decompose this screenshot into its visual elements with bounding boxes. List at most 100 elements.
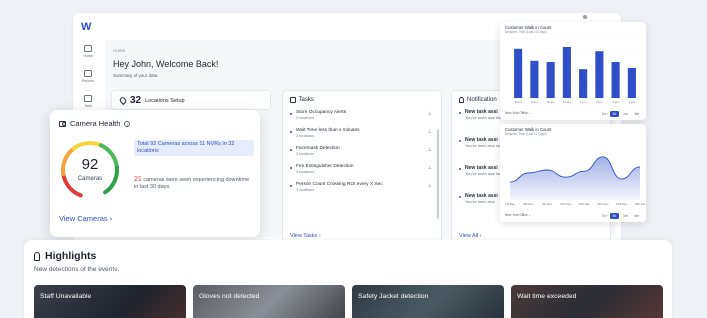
bar-chart-card: Customer Walk in Count Between Time (Las… — [500, 22, 646, 120]
locations-count: 32 — [130, 94, 142, 106]
location-filter[interactable]: New York Office ⌄ — [505, 213, 531, 217]
x-tick-label: 10th Dec — [560, 202, 572, 206]
x-tick-label: 7th Dec — [505, 202, 515, 206]
camera-health-card: Camera Health i 92 Cameras Total 92 Came… — [50, 110, 260, 237]
task-item[interactable]: Store Occupancy Alerts 3 locations ⊥ — [283, 110, 441, 127]
tab-range[interactable]: 5d — [609, 111, 620, 117]
bar — [579, 69, 588, 98]
page-subtitle: Summary of your data — [113, 73, 158, 78]
bar — [611, 62, 620, 98]
highlights-title: Highlights — [45, 250, 97, 262]
mic-icon — [34, 251, 40, 261]
info-icon[interactable]: i — [124, 120, 131, 127]
locations-label: Locations Setup — [145, 97, 185, 104]
range-tabs: 1h 5d 1m 6m — [599, 111, 642, 117]
video-icon — [84, 70, 92, 78]
highlight-thumbnail[interactable]: Safety Jacket detection — [352, 285, 504, 318]
bullet-icon — [290, 167, 292, 169]
tab-range[interactable]: 1h — [599, 213, 609, 219]
camera-count-label: Cameras — [77, 176, 103, 182]
location-pin-icon — [118, 95, 128, 105]
tab-range[interactable]: 6m — [632, 213, 642, 219]
bar — [595, 51, 604, 98]
tasks-title: Tasks — [298, 97, 314, 103]
camera-downtime-note: 21 cameras were seen experiencing downti… — [134, 176, 254, 191]
bar — [530, 60, 539, 98]
x-tick-label: 2 pm — [596, 100, 603, 104]
x-tick-label: 9th Dec — [542, 202, 552, 206]
bullet-icon — [459, 140, 461, 142]
task-title: Fire Extinguisher Detection — [296, 164, 354, 169]
task-subtitle: 3 locations — [296, 152, 315, 156]
breadcrumb[interactable]: Home — [113, 48, 125, 53]
tab-range[interactable]: 1h — [599, 111, 609, 117]
x-tick-label: 11th Dec — [579, 202, 591, 206]
bar — [627, 68, 636, 98]
x-tick-label: 13th Dec — [616, 202, 628, 206]
sidebar: Home Reports Task — [73, 39, 103, 114]
task-icon — [290, 97, 296, 103]
x-tick-label: 8 am — [515, 100, 522, 104]
x-tick-label: 3 pm — [612, 100, 619, 104]
app-logo: W — [81, 21, 91, 33]
task-subtitle: 3 locations — [296, 170, 315, 174]
task-subtitle: 3 locations — [296, 134, 315, 138]
task-item[interactable]: Person Count Crossing ROI every X Sec 3 l… — [283, 182, 441, 199]
tab-range[interactable]: 6m — [632, 111, 642, 117]
avatar[interactable] — [583, 15, 587, 19]
task-title: Person Count Crossing ROI every X Sec — [296, 182, 383, 187]
camera-count: 92 — [81, 156, 99, 173]
task-icon — [84, 95, 92, 103]
camera-gauge: 92 Cameras — [58, 138, 122, 202]
pin-icon[interactable]: ⊥ — [428, 111, 432, 117]
highlight-thumbnail[interactable]: Staff Unavailable — [34, 285, 186, 318]
bullet-icon — [459, 168, 461, 170]
downtime-text: cameras were seen experiencing downtime … — [134, 177, 250, 190]
pin-icon[interactable]: ⊥ — [428, 165, 432, 171]
highlights-panel: Highlights New detections of the events.… — [24, 240, 672, 318]
x-tick-label: 8th Dec — [524, 202, 534, 206]
range-tabs: 1h 5d 1m 6m — [599, 213, 642, 219]
bullet-icon — [459, 112, 461, 114]
sidebar-item-label: Task — [84, 103, 92, 108]
pin-icon[interactable]: ⊥ — [428, 129, 432, 135]
x-tick-label: 11 am — [563, 100, 572, 104]
location-filter[interactable]: New York Office ⌄ — [505, 111, 531, 115]
task-item[interactable]: Wait Time less than x minutes 3 locations… — [283, 128, 441, 145]
highlight-thumbnail[interactable]: Wait time exceeded — [511, 285, 663, 318]
x-tick-label: 9 am — [531, 100, 538, 104]
scrollbar[interactable] — [437, 129, 439, 219]
view-all-link[interactable]: View All › — [459, 233, 482, 239]
pin-icon[interactable]: ⊥ — [428, 183, 432, 189]
sidebar-item-label: Home — [83, 53, 93, 58]
sidebar-item-reports[interactable]: Reports — [73, 64, 103, 89]
highlight-thumbnail[interactable]: Gloves not detected — [193, 285, 345, 318]
task-item[interactable]: Facemask Detection 3 locations ⊥ — [283, 146, 441, 163]
camera-summary: Total 92 Cameras across 11 NVRs in 32 lo… — [134, 140, 254, 156]
notifications-title: Notification — [467, 97, 497, 103]
bar-chart: 8 am 9 am 10 am 11 am 1 pm 2 pm 3 pm 4 pm — [510, 37, 640, 104]
task-title: Wait Time less than x minutes — [296, 128, 360, 133]
tab-range[interactable]: 1m — [620, 111, 630, 117]
highlight-label: Staff Unavailable — [40, 293, 92, 300]
pin-icon[interactable]: ⊥ — [428, 147, 432, 153]
bell-icon — [459, 97, 464, 103]
bar — [514, 48, 523, 98]
tab-range[interactable]: 1m — [620, 213, 630, 219]
task-subtitle: 3 locations — [296, 188, 315, 192]
sidebar-item-label: Reports — [81, 78, 95, 83]
tab-range[interactable]: 5d — [609, 213, 620, 219]
view-tasks-link[interactable]: View Tasks › — [290, 233, 321, 239]
locations-card[interactable]: 32 Locations Setup — [111, 90, 271, 110]
highlights-subtitle: New detections of the events. — [34, 266, 120, 273]
view-cameras-link[interactable]: View Cameras › — [59, 214, 112, 223]
bullet-icon — [290, 149, 292, 151]
sidebar-item-home[interactable]: Home — [73, 39, 103, 64]
home-icon — [84, 45, 92, 53]
task-item[interactable]: Fire Extinguisher Detection 3 locations ⊥ — [283, 164, 441, 181]
task-title: Store Occupancy Alerts — [296, 110, 347, 115]
camera-health-title: Camera Health — [70, 119, 121, 128]
tasks-card: Tasks Store Occupancy Alerts 3 locations ⊥… — [282, 90, 442, 243]
highlight-label: Safety Jacket detection — [358, 293, 429, 300]
bullet-icon — [459, 196, 461, 198]
